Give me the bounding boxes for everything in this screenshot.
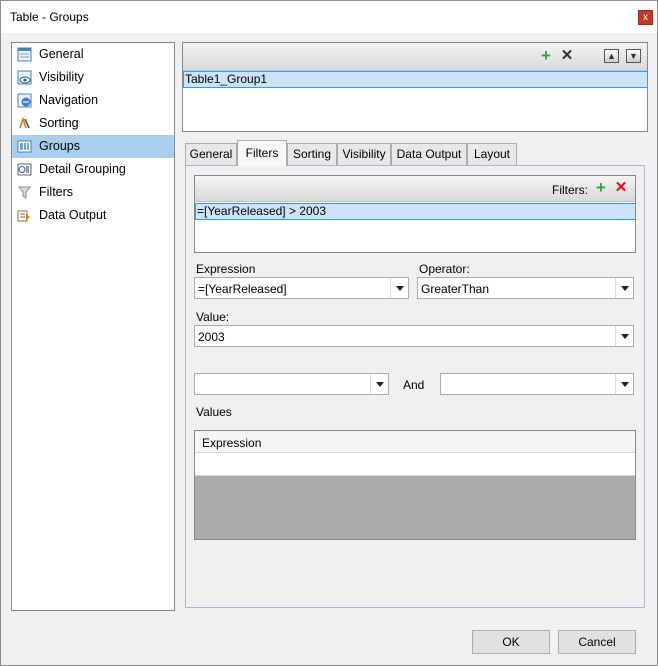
nav-item-filters[interactable]: Filters [12,181,174,204]
values-grid: Expression [194,430,636,540]
grid-column-header-text: Expression [202,436,262,450]
grid-row[interactable] [195,453,635,476]
nav-item-label: Filters [39,185,74,199]
chevron-down-icon [621,286,629,291]
nav-item-label: Data Output [39,208,107,222]
nav-item-general[interactable]: General [12,43,174,66]
tab-general[interactable]: General [185,143,237,165]
value-dropdown-button[interactable] [615,326,633,346]
nav-item-visibility[interactable]: Visibility [12,66,174,89]
detail-grouping-icon [17,162,32,177]
operator-combo[interactable]: GreaterThan [417,277,634,299]
groups-toolbar: + ✕ ▲ ▼ [183,43,647,71]
range-from-dropdown-button[interactable] [370,374,388,394]
ok-button[interactable]: OK [472,630,550,654]
chevron-down-icon [396,286,404,291]
delete-filter-icon[interactable]: ✕ [613,180,629,196]
groups-dialog: Table - Groups x General Visibility Navi… [0,0,658,666]
window-title: Table - Groups [10,10,89,24]
sorting-icon [17,116,32,131]
filters-list: Filters: + ✕ =[YearReleased] > 2003 [194,175,636,253]
chevron-down-icon [621,334,629,339]
nav-item-data-output[interactable]: Data Output [12,204,174,227]
value-combo[interactable]: 2003 [194,325,634,347]
nav-item-groups[interactable]: Groups [12,135,174,158]
operator-value: GreaterThan [421,282,490,296]
nav-item-label: Detail Grouping [39,162,126,176]
expression-combo[interactable]: =[YearReleased] [194,277,409,299]
general-icon [17,47,32,62]
title-bar: Table - Groups x [1,1,657,33]
filters-icon [17,185,32,200]
move-down-icon[interactable]: ▼ [626,49,641,63]
group-list-item[interactable]: Table1_Group1 [183,71,648,88]
operator-label: Operator: [419,262,470,276]
range-to-combo[interactable] [440,373,634,395]
tab-data-output[interactable]: Data Output [391,143,467,165]
nav-item-navigation[interactable]: Navigation [12,89,174,112]
range-from-combo[interactable] [194,373,389,395]
expression-value: =[YearReleased] [198,282,287,296]
filters-tab-panel: Filters: + ✕ =[YearReleased] > 2003 Expr… [185,165,645,608]
add-filter-icon[interactable]: + [593,179,609,196]
expression-label: Expression [196,262,256,276]
nav-list: General Visibility Navigation Sorting Gr… [11,42,175,611]
add-icon[interactable]: + [538,47,554,64]
filter-list-item[interactable]: =[YearReleased] > 2003 [195,203,636,220]
nav-item-sorting[interactable]: Sorting [12,112,174,135]
cancel-button[interactable]: Cancel [558,630,636,654]
delete-icon[interactable]: ✕ [559,48,575,64]
values-label: Values [196,405,232,419]
visibility-icon [17,70,32,85]
tab-sorting[interactable]: Sorting [287,143,337,165]
chevron-down-icon [621,382,629,387]
navigation-icon [17,93,32,108]
range-and-label: And [403,378,425,392]
chevron-down-icon [376,382,384,387]
tab-layout[interactable]: Layout [467,143,517,165]
nav-item-label: Visibility [39,70,84,84]
nav-item-detail-grouping[interactable]: Detail Grouping [12,158,174,181]
nav-item-label: General [39,47,84,61]
tab-visibility[interactable]: Visibility [337,143,391,165]
operator-dropdown-button[interactable] [615,278,633,298]
grid-column-header[interactable]: Expression [195,431,635,453]
groups-icon [17,139,32,154]
filters-toolbar: Filters: + ✕ [195,176,635,202]
move-up-icon[interactable]: ▲ [604,49,619,63]
nav-item-label: Navigation [39,93,99,107]
value-label: Value: [196,310,230,324]
value-value: 2003 [198,330,225,344]
expression-dropdown-button[interactable] [390,278,408,298]
nav-item-label: Groups [39,139,80,153]
range-to-dropdown-button[interactable] [615,374,633,394]
nav-item-label: Sorting [39,116,79,130]
groups-list: + ✕ ▲ ▼ Table1_Group1 [182,42,648,132]
close-button[interactable]: x [638,10,653,25]
filters-label: Filters: [552,183,588,197]
tab-filters[interactable]: Filters [237,140,287,166]
data-output-icon [17,208,32,223]
